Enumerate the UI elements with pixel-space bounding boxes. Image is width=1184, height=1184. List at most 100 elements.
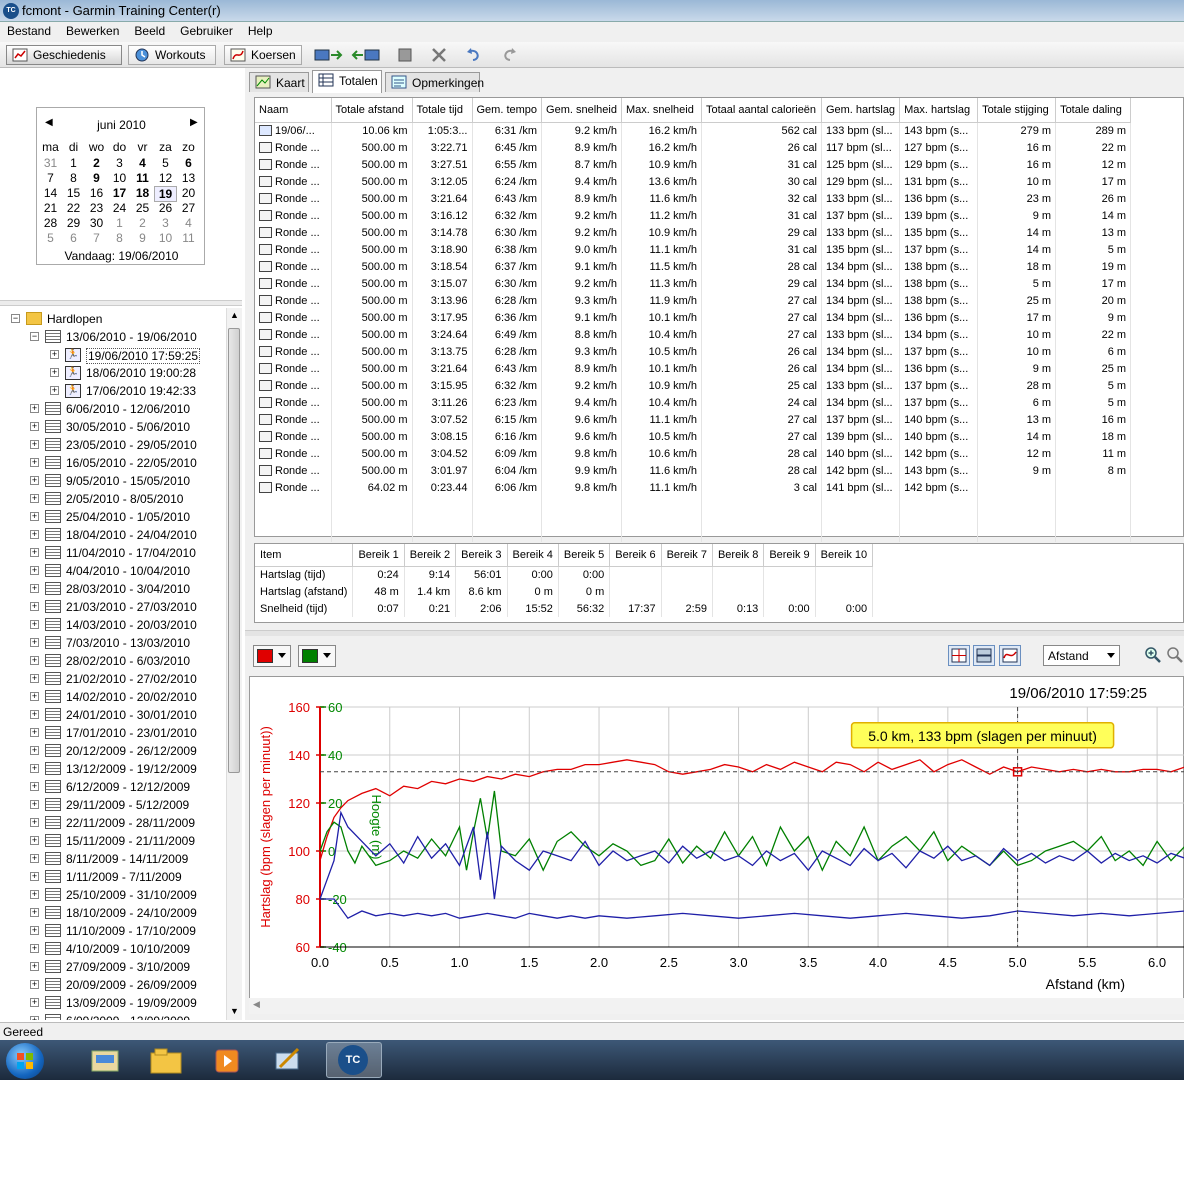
expand-icon[interactable]: +: [30, 728, 39, 737]
tree-week[interactable]: +20/09/2009 - 26/09/2009: [0, 976, 226, 994]
calendar-day[interactable]: 22: [62, 201, 85, 215]
tree-week[interactable]: +11/10/2009 - 17/10/2009: [0, 922, 226, 940]
tree-activity[interactable]: + 🏃 18/06/2010 19:00:28: [0, 364, 226, 382]
table-row[interactable]: Ronde ... 500.00 m 3:14.78 6:30 /km 9.2 km/h…: [255, 224, 1132, 241]
tree-week[interactable]: +4/10/2009 - 10/10/2009: [0, 940, 226, 958]
color1-button[interactable]: [253, 645, 291, 667]
tree-week[interactable]: +13/09/2009 - 19/09/2009: [0, 994, 226, 1012]
xaxis-select[interactable]: Afstand: [1043, 645, 1120, 666]
table-row[interactable]: Ronde ... 64.02 m 0:23.44 6:06 /km 9.8 km/h 1…: [255, 479, 1132, 496]
tree-week[interactable]: +22/11/2009 - 28/11/2009: [0, 814, 226, 832]
expand-icon[interactable]: +: [30, 926, 39, 935]
tab-kaart[interactable]: Kaart: [249, 72, 309, 92]
collapse-icon[interactable]: −: [30, 332, 39, 341]
scroll-up-icon[interactable]: ▲: [230, 310, 239, 320]
calendar-day[interactable]: 11: [177, 231, 200, 245]
expand-icon[interactable]: +: [30, 674, 39, 683]
table-row[interactable]: Ronde ... 500.00 m 3:16.12 6:32 /km 9.2 km/h…: [255, 207, 1132, 224]
stacked-view-button[interactable]: [973, 645, 995, 666]
tree-week[interactable]: +16/05/2010 - 22/05/2010: [0, 454, 226, 472]
media-player-icon[interactable]: [210, 1045, 246, 1077]
column-header[interactable]: Gem. tempo: [472, 98, 543, 123]
tree-week[interactable]: +1/11/2009 - 7/11/2009: [0, 868, 226, 886]
expand-icon[interactable]: +: [30, 872, 39, 881]
calendar-day[interactable]: 5: [154, 156, 177, 170]
tree-week[interactable]: +17/01/2010 - 23/01/2010: [0, 724, 226, 742]
crosshair-view-button[interactable]: [948, 645, 970, 666]
expand-icon[interactable]: +: [30, 998, 39, 1007]
zone-column-header[interactable]: Bereik 10: [815, 544, 874, 567]
tree-week[interactable]: +25/10/2009 - 31/10/2009: [0, 886, 226, 904]
tree-week[interactable]: +6/09/2009 - 12/09/2009: [0, 1012, 226, 1020]
calendar-day[interactable]: 7: [39, 171, 62, 185]
scroll-left-icon[interactable]: ◀: [253, 999, 260, 1010]
table-row[interactable]: Ronde ... 500.00 m 3:07.52 6:15 /km 9.6 km/h…: [255, 411, 1132, 428]
tree-week[interactable]: +6/12/2009 - 12/12/2009: [0, 778, 226, 796]
chart[interactable]: 0.0 0.5 1.0 1.5 2.0 2.5 3.0 3.5 4.0 4.5 5.0 5.5 6.0 6…: [250, 677, 1184, 999]
table-row[interactable]: Ronde ... 500.00 m 3:15.95 6:32 /km 9.2 km/h…: [255, 377, 1132, 394]
tree-week[interactable]: +29/11/2009 - 5/12/2009: [0, 796, 226, 814]
tree-week[interactable]: +8/11/2009 - 14/11/2009: [0, 850, 226, 868]
zone-column-header[interactable]: Bereik 3: [455, 544, 508, 567]
expand-icon[interactable]: +: [30, 602, 39, 611]
expand-icon[interactable]: +: [30, 548, 39, 557]
calendar-day[interactable]: 1: [62, 156, 85, 170]
calendar-day[interactable]: 20: [177, 186, 200, 200]
zone-column-header[interactable]: Bereik 2: [404, 544, 457, 567]
calendar-day[interactable]: 10: [108, 171, 131, 185]
tree-week[interactable]: +20/12/2009 - 26/12/2009: [0, 742, 226, 760]
table-row[interactable]: Ronde ... 500.00 m 3:12.05 6:24 /km 9.4 km/h…: [255, 173, 1132, 190]
column-header[interactable]: Totale tijd: [412, 98, 473, 123]
tree-week[interactable]: +13/12/2009 - 19/12/2009: [0, 760, 226, 778]
delete-folder-icon[interactable]: [396, 47, 414, 63]
calendar-day[interactable]: 24: [108, 201, 131, 215]
calendar-day[interactable]: 28: [39, 216, 62, 230]
calendar-day[interactable]: 23: [85, 201, 108, 215]
tree-week[interactable]: +28/03/2010 - 3/04/2010: [0, 580, 226, 598]
tree-week[interactable]: +27/09/2009 - 3/10/2009: [0, 958, 226, 976]
column-header[interactable]: Totale stijging: [977, 98, 1057, 123]
column-header[interactable]: Max. hartslag: [899, 98, 979, 123]
expand-icon[interactable]: +: [50, 350, 59, 359]
calendar-day[interactable]: 6: [62, 231, 85, 245]
expand-icon[interactable]: +: [30, 476, 39, 485]
calendar-day[interactable]: 7: [85, 231, 108, 245]
table-row[interactable]: Ronde ... 500.00 m 3:27.51 6:55 /km 8.7 km/h…: [255, 156, 1132, 173]
zone-column-header[interactable]: Item: [255, 544, 354, 567]
zone-column-header[interactable]: Bereik 1: [352, 544, 405, 567]
calendar-day[interactable]: 11: [131, 171, 154, 185]
calendar-day[interactable]: 25: [131, 201, 154, 215]
table-row[interactable]: Ronde ... 500.00 m 3:22.71 6:45 /km 8.9 km/h…: [255, 139, 1132, 156]
zone-column-header[interactable]: Bereik 6: [609, 544, 662, 567]
tab-opmerkingen[interactable]: Opmerkingen: [385, 72, 484, 92]
table-row[interactable]: Ronde ... 500.00 m 3:11.26 6:23 /km 9.4 km/h…: [255, 394, 1132, 411]
zone-row[interactable]: Hartslag (afstand) 48 m 1.4 km 8.6 km 0 m0 m: [255, 583, 874, 600]
calendar-day[interactable]: 9: [85, 171, 108, 185]
expand-icon[interactable]: +: [30, 440, 39, 449]
calendar-day[interactable]: 4: [177, 216, 200, 230]
expand-icon[interactable]: +: [30, 782, 39, 791]
history-button[interactable]: Geschiedenis: [6, 45, 122, 65]
calendar-day[interactable]: 6: [177, 156, 200, 170]
tree-scroll-thumb[interactable]: [228, 328, 240, 773]
calendar-day[interactable]: 14: [39, 186, 62, 200]
table-row[interactable]: Ronde ... 500.00 m 3:13.96 6:28 /km 9.3 km/h…: [255, 292, 1132, 309]
table-row[interactable]: Ronde ... 500.00 m 3:08.15 6:16 /km 9.6 km/h…: [255, 428, 1132, 445]
menu-bestand[interactable]: Bestand: [0, 22, 59, 38]
receive-from-device-icon[interactable]: [350, 47, 380, 63]
overlay-view-button[interactable]: [999, 645, 1021, 666]
expand-icon[interactable]: +: [30, 566, 39, 575]
expand-icon[interactable]: +: [30, 620, 39, 629]
expand-icon[interactable]: +: [30, 422, 39, 431]
table-row[interactable]: Ronde ... 500.00 m 3:04.52 6:09 /km 9.8 km/h…: [255, 445, 1132, 462]
zone-column-header[interactable]: Bereik 7: [661, 544, 713, 567]
expand-icon[interactable]: +: [30, 800, 39, 809]
expand-icon[interactable]: +: [30, 818, 39, 827]
menu-beeld[interactable]: Beeld: [127, 22, 173, 38]
calendar-day[interactable]: 9: [131, 231, 154, 245]
expand-icon[interactable]: +: [30, 944, 39, 953]
zone-row[interactable]: Hartslag (tijd) 0:24 9:14 56:01 0:00 0:00: [255, 566, 874, 583]
calendar-day[interactable]: 10: [154, 231, 177, 245]
start-button[interactable]: [6, 1043, 44, 1079]
tree-week[interactable]: +6/06/2010 - 12/06/2010: [0, 400, 226, 418]
